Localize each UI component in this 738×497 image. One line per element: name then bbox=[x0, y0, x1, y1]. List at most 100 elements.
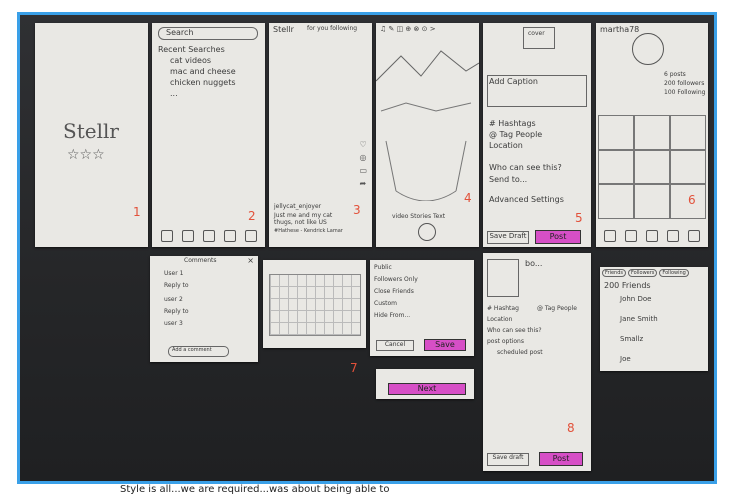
cover-label: cover bbox=[528, 30, 545, 37]
friend-row[interactable]: John Doe bbox=[620, 295, 651, 303]
add-comment-input[interactable]: Add a comment bbox=[168, 346, 229, 357]
sketch-keyboard bbox=[263, 260, 366, 348]
send-row[interactable]: Send to... bbox=[489, 175, 527, 184]
table-surface: Stellr ☆☆☆ 1 Search Recent Searches cat … bbox=[20, 15, 714, 481]
home-icon[interactable] bbox=[160, 230, 173, 242]
chat-icon[interactable] bbox=[223, 230, 236, 242]
sketch-number-7: 7 bbox=[350, 361, 358, 375]
profile-stat: 6 posts bbox=[664, 71, 686, 78]
splash-stars: ☆☆☆ bbox=[67, 147, 105, 163]
scheduled-post-row[interactable]: scheduled post bbox=[497, 349, 543, 356]
keyboard[interactable] bbox=[269, 274, 361, 336]
visibility-row[interactable]: Who can see this? bbox=[487, 327, 542, 334]
recent-search-item[interactable]: chicken nuggets bbox=[170, 78, 236, 87]
sketch-feed: Stellr for you following ♡ ◎ ▭ ➦ jellycat_e… bbox=[269, 23, 372, 247]
next-button[interactable]: Next bbox=[388, 383, 466, 395]
profile-stat[interactable]: 200 followers bbox=[664, 80, 704, 87]
friends-count: 200 Friends bbox=[604, 281, 651, 290]
photo-frame: Stellr ☆☆☆ 1 Search Recent Searches cat … bbox=[17, 12, 717, 484]
tab-following[interactable]: Following bbox=[659, 269, 689, 277]
sketch-search: Search Recent Searches cat videos mac an… bbox=[152, 23, 265, 247]
profile-username: martha78 bbox=[600, 25, 640, 34]
recent-search-item: ... bbox=[170, 89, 178, 98]
comment-row[interactable]: Reply to bbox=[164, 308, 189, 315]
location-row[interactable]: Location bbox=[487, 316, 512, 323]
tab-followers[interactable]: Followers bbox=[627, 269, 658, 277]
sketch-post-settings: cover Add Caption # Hashtags @ Tag Peopl… bbox=[483, 23, 591, 247]
friend-row[interactable]: Joe bbox=[620, 355, 631, 363]
save-button[interactable]: Save bbox=[424, 339, 466, 351]
shutter-button[interactable] bbox=[418, 223, 436, 241]
side-icons: ♡ ◎ ▭ ➦ bbox=[359, 140, 367, 188]
bottom-nav bbox=[600, 229, 704, 243]
sketch-visibility: Public Followers Only Close Friends Cust… bbox=[370, 260, 474, 356]
feed-tags: #Hathese - Kendrick Lamar bbox=[274, 228, 343, 234]
profile-icon[interactable] bbox=[687, 230, 700, 242]
comments-close-icon[interactable]: × bbox=[247, 256, 254, 265]
comment-row[interactable]: Reply to bbox=[164, 282, 189, 289]
tab-friends[interactable]: Friends bbox=[602, 269, 626, 277]
visibility-option[interactable]: Public bbox=[374, 264, 392, 271]
sketch-splash: Stellr ☆☆☆ 1 bbox=[35, 23, 148, 247]
sketch-post-options: bo... # Hashtag @ Tag People Location Wh… bbox=[483, 253, 591, 471]
visibility-option[interactable]: Followers Only bbox=[374, 276, 418, 283]
settings-row[interactable]: @ Tag People bbox=[489, 130, 542, 139]
save-draft-button[interactable]: Save Draft bbox=[487, 231, 529, 244]
bottom-nav bbox=[156, 229, 261, 243]
sketch-number-6: 6 bbox=[688, 193, 696, 207]
landscape-drawing bbox=[376, 50, 479, 201]
friend-row[interactable]: Jane Smith bbox=[620, 315, 658, 323]
recent-searches-heading: Recent Searches bbox=[158, 45, 225, 54]
profile-stat[interactable]: 100 Following bbox=[664, 89, 705, 96]
post-button[interactable]: Post bbox=[535, 230, 581, 244]
home-icon[interactable] bbox=[604, 230, 617, 242]
search-icon[interactable] bbox=[181, 230, 194, 242]
media-thumbnail bbox=[487, 259, 519, 297]
visibility-row[interactable]: Who can see this? bbox=[489, 163, 562, 172]
friend-row[interactable]: Smallz bbox=[620, 335, 643, 343]
sketch-number-4: 4 bbox=[464, 191, 472, 205]
visibility-option[interactable]: Hide From... bbox=[374, 312, 410, 319]
post-options-row[interactable]: post options bbox=[487, 338, 524, 345]
save-draft-button[interactable]: Save draft bbox=[487, 453, 529, 466]
advanced-row[interactable]: Advanced Settings bbox=[489, 195, 564, 204]
bottom-caption: Style is all...we are required...was abo… bbox=[120, 484, 390, 495]
profile-icon[interactable] bbox=[244, 230, 257, 242]
add-icon[interactable] bbox=[645, 230, 658, 242]
add-icon[interactable] bbox=[202, 230, 215, 242]
sketch-number-3: 3 bbox=[353, 203, 361, 217]
sketch-friends: Friends Followers Following 200 Friends … bbox=[600, 267, 708, 371]
recent-search-item[interactable]: cat videos bbox=[170, 56, 211, 65]
tag-people-row[interactable]: @ Tag People bbox=[537, 305, 577, 312]
settings-row[interactable]: Location bbox=[489, 141, 523, 150]
post-button[interactable]: Post bbox=[539, 452, 583, 466]
feed-tabs[interactable]: for you following bbox=[307, 25, 357, 32]
search-placeholder: Search bbox=[166, 28, 194, 37]
sketch-next: Next bbox=[376, 369, 474, 399]
hashtag-row[interactable]: # Hashtag bbox=[487, 305, 519, 312]
comments-title: Comments bbox=[184, 257, 217, 264]
camera-mode-labels[interactable]: video Stories Text bbox=[392, 213, 445, 220]
comment-row: user 3 bbox=[164, 320, 183, 327]
cancel-button[interactable]: Cancel bbox=[376, 340, 414, 351]
feed-caption: Just me and my cat thugs, not like US bbox=[274, 212, 333, 226]
camera-toolbar[interactable]: ♫ ✎ ◫ ⊕ ⊗ ⊙ > bbox=[380, 25, 436, 33]
sketch-number-2: 2 bbox=[248, 209, 256, 223]
sketch-camera: ♫ ✎ ◫ ⊕ ⊗ ⊙ > video Stories Text 4 bbox=[376, 23, 479, 247]
chat-icon[interactable] bbox=[666, 230, 679, 242]
search-icon[interactable] bbox=[625, 230, 638, 242]
sketch-number-8: 8 bbox=[567, 421, 575, 435]
visibility-option[interactable]: Custom bbox=[374, 300, 397, 307]
sketch-comments: Comments × User 1 Reply to user 2 Reply … bbox=[150, 256, 258, 362]
settings-row[interactable]: # Hashtags bbox=[489, 119, 536, 128]
caption-placeholder: Add Caption bbox=[489, 77, 538, 86]
sketch-profile: martha78 6 posts 200 followers 100 Follo… bbox=[596, 23, 708, 247]
recent-search-item[interactable]: mac and cheese bbox=[170, 67, 236, 76]
feed-header: Stellr bbox=[273, 25, 294, 34]
sketch-number-1: 1 bbox=[133, 205, 141, 219]
feed-username: jellycat_enjoyer bbox=[274, 203, 322, 210]
visibility-option[interactable]: Close Friends bbox=[374, 288, 414, 295]
friends-tabs: Friends Followers Following bbox=[602, 269, 689, 277]
comment-row: User 1 bbox=[164, 270, 184, 277]
comment-row: user 2 bbox=[164, 296, 183, 303]
